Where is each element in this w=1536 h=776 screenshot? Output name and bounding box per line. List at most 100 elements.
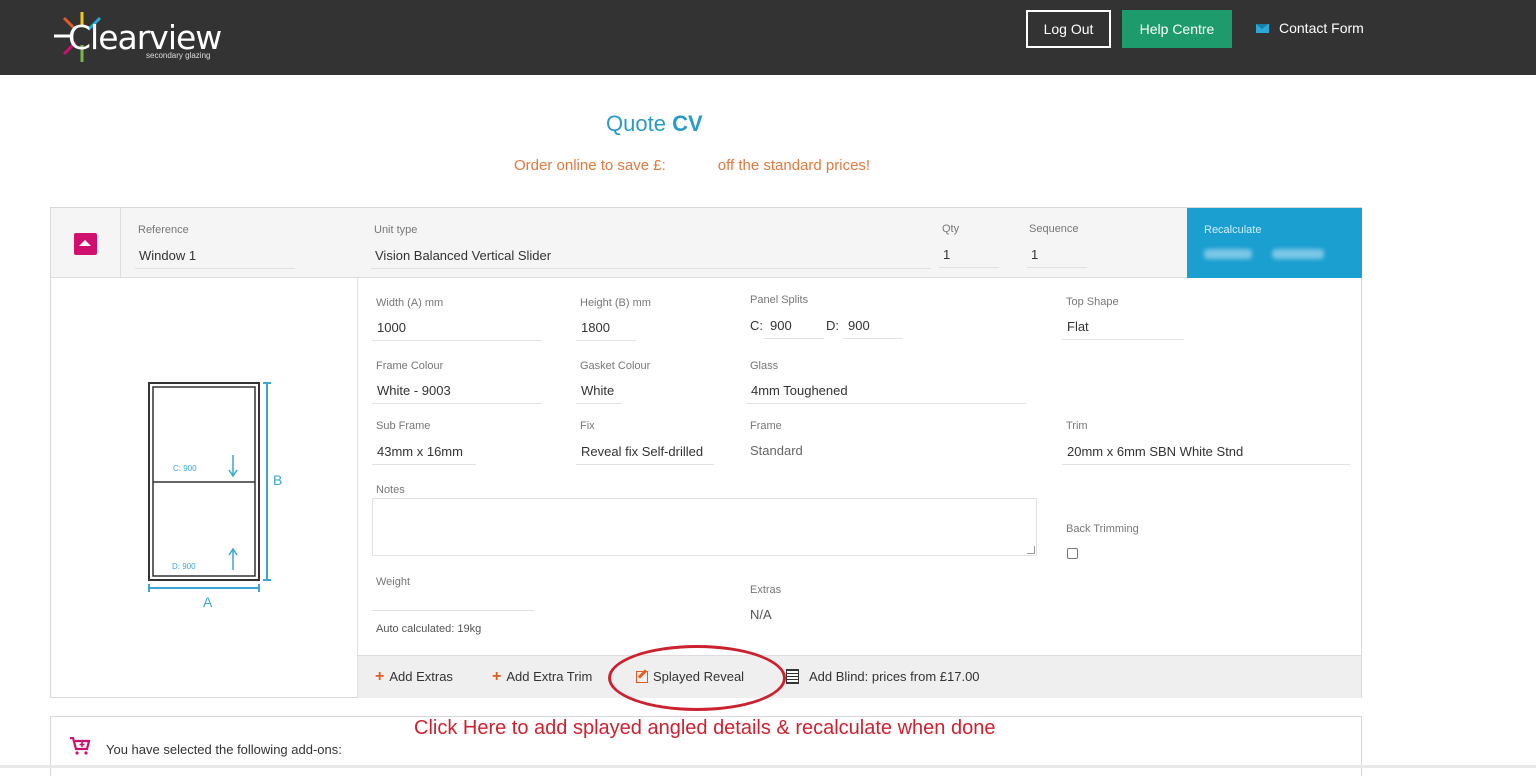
price-blurred (1204, 249, 1252, 259)
width-label: Width (A) mm (376, 297, 444, 309)
qty-input[interactable]: 1 (943, 247, 950, 262)
frame-colour-select[interactable]: White - 9003 (377, 383, 451, 398)
promo-left: Order online to save £: (514, 157, 666, 174)
fix-label: Fix (580, 420, 595, 432)
recalculate-label: Recalculate (1204, 224, 1262, 236)
item-form: Width (A) mm 1000 Height (B) mm 1800 Pan… (357, 278, 1361, 656)
trim-select[interactable]: 20mm x 6mm SBN White Stnd (1067, 444, 1243, 459)
add-extra-trim-label: Add Extra Trim (506, 669, 593, 684)
reference-underline (135, 268, 295, 269)
sub-frame-select[interactable]: 43mm x 16mm (377, 444, 463, 459)
qty-label: Qty (942, 223, 960, 235)
window-drawing (148, 382, 271, 592)
edit-icon (636, 670, 648, 683)
item-header: Reference Window 1 Unit type Vision Bala… (51, 208, 1362, 278)
split-c-underline (764, 338, 824, 339)
splayed-reveal-button[interactable]: Splayed Reveal (636, 669, 744, 684)
frame-value: Standard (750, 443, 803, 458)
promo-right: off the standard prices! (717, 157, 871, 174)
glass-select[interactable]: 4mm Toughened (751, 383, 848, 398)
gasket-colour-label: Gasket Colour (580, 360, 651, 372)
frame-colour-label: Frame Colour (376, 360, 444, 372)
contact-form-link[interactable]: Contact Form (1256, 20, 1364, 36)
trim-label: Trim (1066, 420, 1088, 432)
logout-button[interactable]: Log Out (1026, 10, 1111, 48)
sequence-input[interactable]: 1 (1031, 247, 1038, 262)
top-navbar: Clearview secondary glazing Log Out Help… (0, 0, 1536, 75)
panel-splits-label: Panel Splits (750, 294, 809, 306)
glass-underline (746, 403, 1026, 404)
collapse-toggle-icon[interactable] (74, 233, 97, 255)
recalculate-button[interactable]: Recalculate (1187, 208, 1362, 278)
contact-form-label: Contact Form (1279, 20, 1364, 36)
gasket-colour-underline (576, 403, 622, 404)
top-shape-select[interactable]: Flat (1067, 319, 1089, 334)
height-input[interactable]: 1800 (581, 320, 610, 335)
diagram-label-a: A (203, 594, 213, 610)
plus-icon: + (375, 668, 385, 685)
notes-textarea[interactable] (372, 498, 1037, 556)
logo-subtext: secondary glazing (146, 51, 211, 60)
add-extras-label: Add Extras (389, 669, 453, 684)
top-shape-underline (1062, 339, 1184, 340)
add-extra-trim-button[interactable]: + Add Extra Trim (492, 668, 593, 685)
extras-value: N/A (750, 607, 772, 622)
title-prefix: Quote (606, 111, 666, 136)
header-divider (120, 208, 121, 278)
reference-label: Reference (138, 224, 189, 236)
title-code: CV (672, 111, 703, 136)
reference-input[interactable]: Window 1 (139, 248, 196, 263)
weight-underline (372, 610, 534, 611)
resize-handle-icon[interactable] (1027, 546, 1035, 554)
fix-underline (576, 464, 714, 465)
frame-colour-underline (372, 403, 542, 404)
width-input[interactable]: 1000 (377, 320, 406, 335)
height-underline (576, 340, 636, 341)
add-blind-button[interactable]: Add Blind: prices from £17.00 (786, 669, 980, 684)
item-actions-bar: + Add Extras + Add Extra Trim Splayed Re… (357, 655, 1361, 698)
annotation-text: Click Here to add splayed angled details… (414, 717, 996, 739)
add-extras-button[interactable]: + Add Extras (375, 668, 453, 685)
back-trimming-label: Back Trimming (1066, 523, 1139, 535)
sequence-underline (1027, 267, 1087, 268)
split-d-input[interactable]: 900 (848, 318, 870, 333)
extras-label: Extras (750, 584, 782, 596)
help-centre-button[interactable]: Help Centre (1122, 10, 1232, 48)
top-shape-label: Top Shape (1066, 296, 1119, 308)
split-c-label: C: (750, 318, 763, 333)
diagram-label-b: B (273, 472, 283, 488)
clearview-logo[interactable]: Clearview secondary glazing (50, 8, 250, 68)
qty-underline (939, 267, 999, 268)
cart-add-icon (70, 737, 91, 755)
notes-label: Notes (376, 484, 405, 496)
split-d-label: D: (826, 318, 839, 333)
sub-frame-label: Sub Frame (376, 420, 431, 432)
split-c-input[interactable]: 900 (770, 318, 792, 333)
envelope-icon (1256, 23, 1269, 33)
promo-text: Order online to save £: off the standard … (514, 157, 870, 174)
unit-type-select[interactable]: Vision Balanced Vertical Slider (375, 248, 551, 263)
splayed-reveal-label: Splayed Reveal (653, 669, 745, 684)
addons-text: You have selected the following add-ons: (106, 742, 342, 757)
arrow-up-icon (228, 547, 238, 570)
trim-underline (1062, 464, 1350, 465)
sub-frame-underline (372, 464, 476, 465)
blind-icon (786, 669, 799, 684)
glass-label: Glass (750, 360, 779, 372)
plus-icon: + (492, 668, 502, 685)
sequence-label: Sequence (1029, 223, 1079, 235)
frame-label: Frame (750, 420, 782, 432)
arrow-down-icon (228, 455, 238, 478)
weight-note: Auto calculated: 19kg (376, 623, 482, 635)
weight-label: Weight (376, 576, 411, 588)
diagram-label-d: D: 900 (172, 562, 196, 571)
window-diagram: C: 900 D: 900 A B (51, 278, 357, 698)
diagram-label-c: C: 900 (173, 464, 197, 473)
gasket-colour-select[interactable]: White (581, 383, 614, 398)
total-blurred (1272, 249, 1324, 259)
fix-select[interactable]: Reveal fix Self-drilled (581, 444, 703, 459)
back-trimming-checkbox[interactable] (1067, 548, 1078, 559)
unit-type-label: Unit type (374, 224, 418, 236)
height-label: Height (B) mm (580, 297, 651, 309)
quote-item-card: Reference Window 1 Unit type Vision Bala… (50, 207, 1362, 698)
